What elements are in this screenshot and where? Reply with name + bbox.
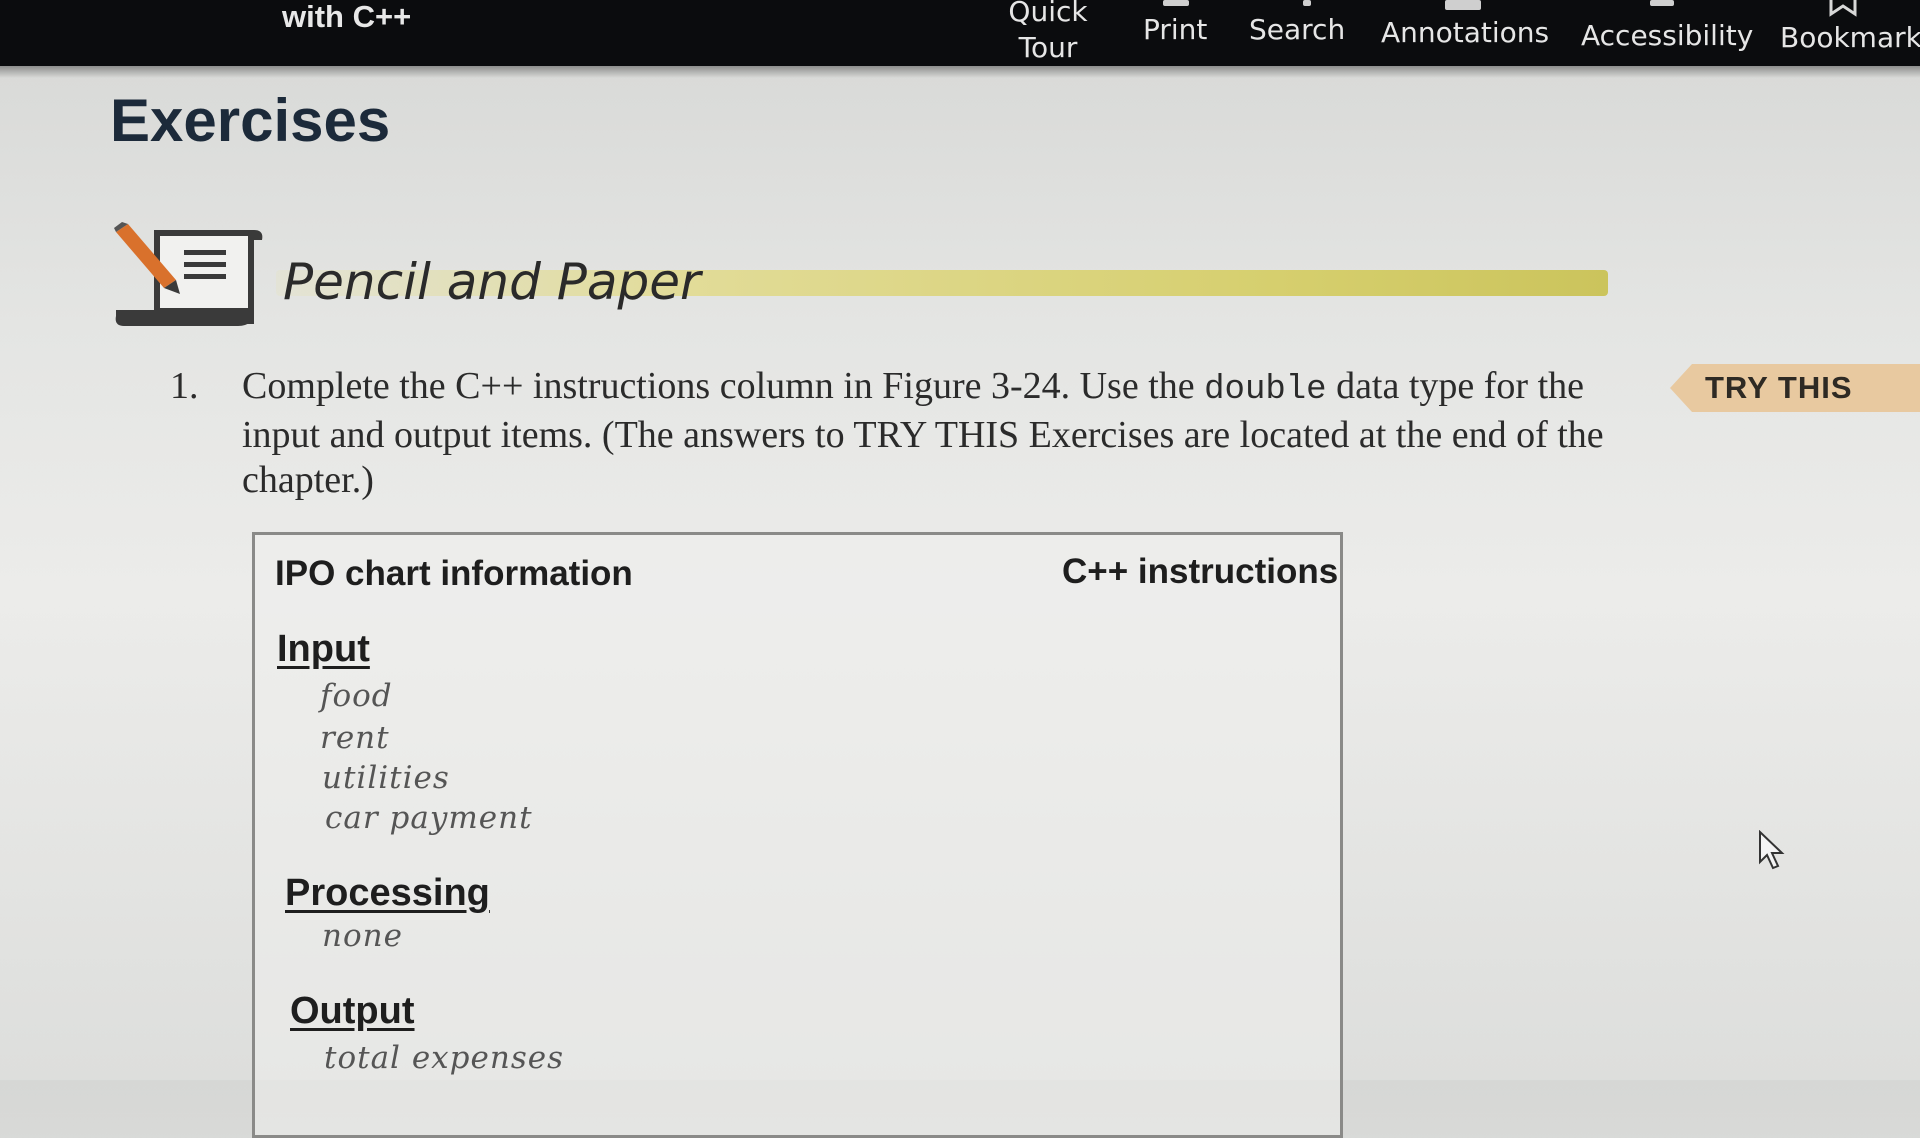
nav-annotations[interactable]: Annotations [1381,16,1549,50]
input-item: rent [320,720,390,756]
bookmark-icon [1829,0,1857,17]
nav-accessibility[interactable]: Accessibility [1581,19,1753,53]
input-item: utilities [322,760,450,796]
try-this-label: TRY THIS [1705,370,1853,405]
input-item: food [320,678,393,714]
nav-quick-tour-line1: Quick [1008,0,1088,28]
question-number: 1. [170,365,199,407]
input-heading: Input [277,628,370,670]
section-title: Pencil and Paper [283,253,701,311]
nav-bookmark[interactable]: Bookmark [1780,21,1920,55]
try-this-badge: TRY THIS [1670,364,1920,412]
book-title: with C++ [282,0,412,34]
ipo-column-header-info: IPO chart information [275,554,633,593]
mouse-pointer-icon [1759,830,1785,870]
nav-print[interactable]: Print [1143,13,1207,47]
nav-search[interactable]: Search [1249,13,1345,47]
question-text: Complete the C++ instructions column in … [242,364,1642,503]
nav-quick-tour-line2: Tour [1018,31,1078,64]
print-icon [1163,0,1189,6]
question-code: double [1204,371,1327,409]
input-item: car payment [325,800,533,836]
processing-heading: Processing [285,872,490,914]
annotations-icon [1445,0,1481,10]
output-item: total expenses [324,1040,564,1076]
pencil-and-paper-icon [114,222,263,326]
page-title: Exercises [110,87,391,154]
processing-item: none [322,918,403,954]
accessibility-icon [1650,0,1674,6]
search-icon [1303,0,1311,6]
output-heading: Output [290,990,415,1032]
toolbar-shadow [0,66,1920,78]
question-text-before: Complete the C++ instructions column in … [242,365,1205,407]
ipo-column-header-instructions: C++ instructions [1062,552,1339,591]
nav-quick-tour[interactable]: Quick Tour [1003,0,1093,66]
